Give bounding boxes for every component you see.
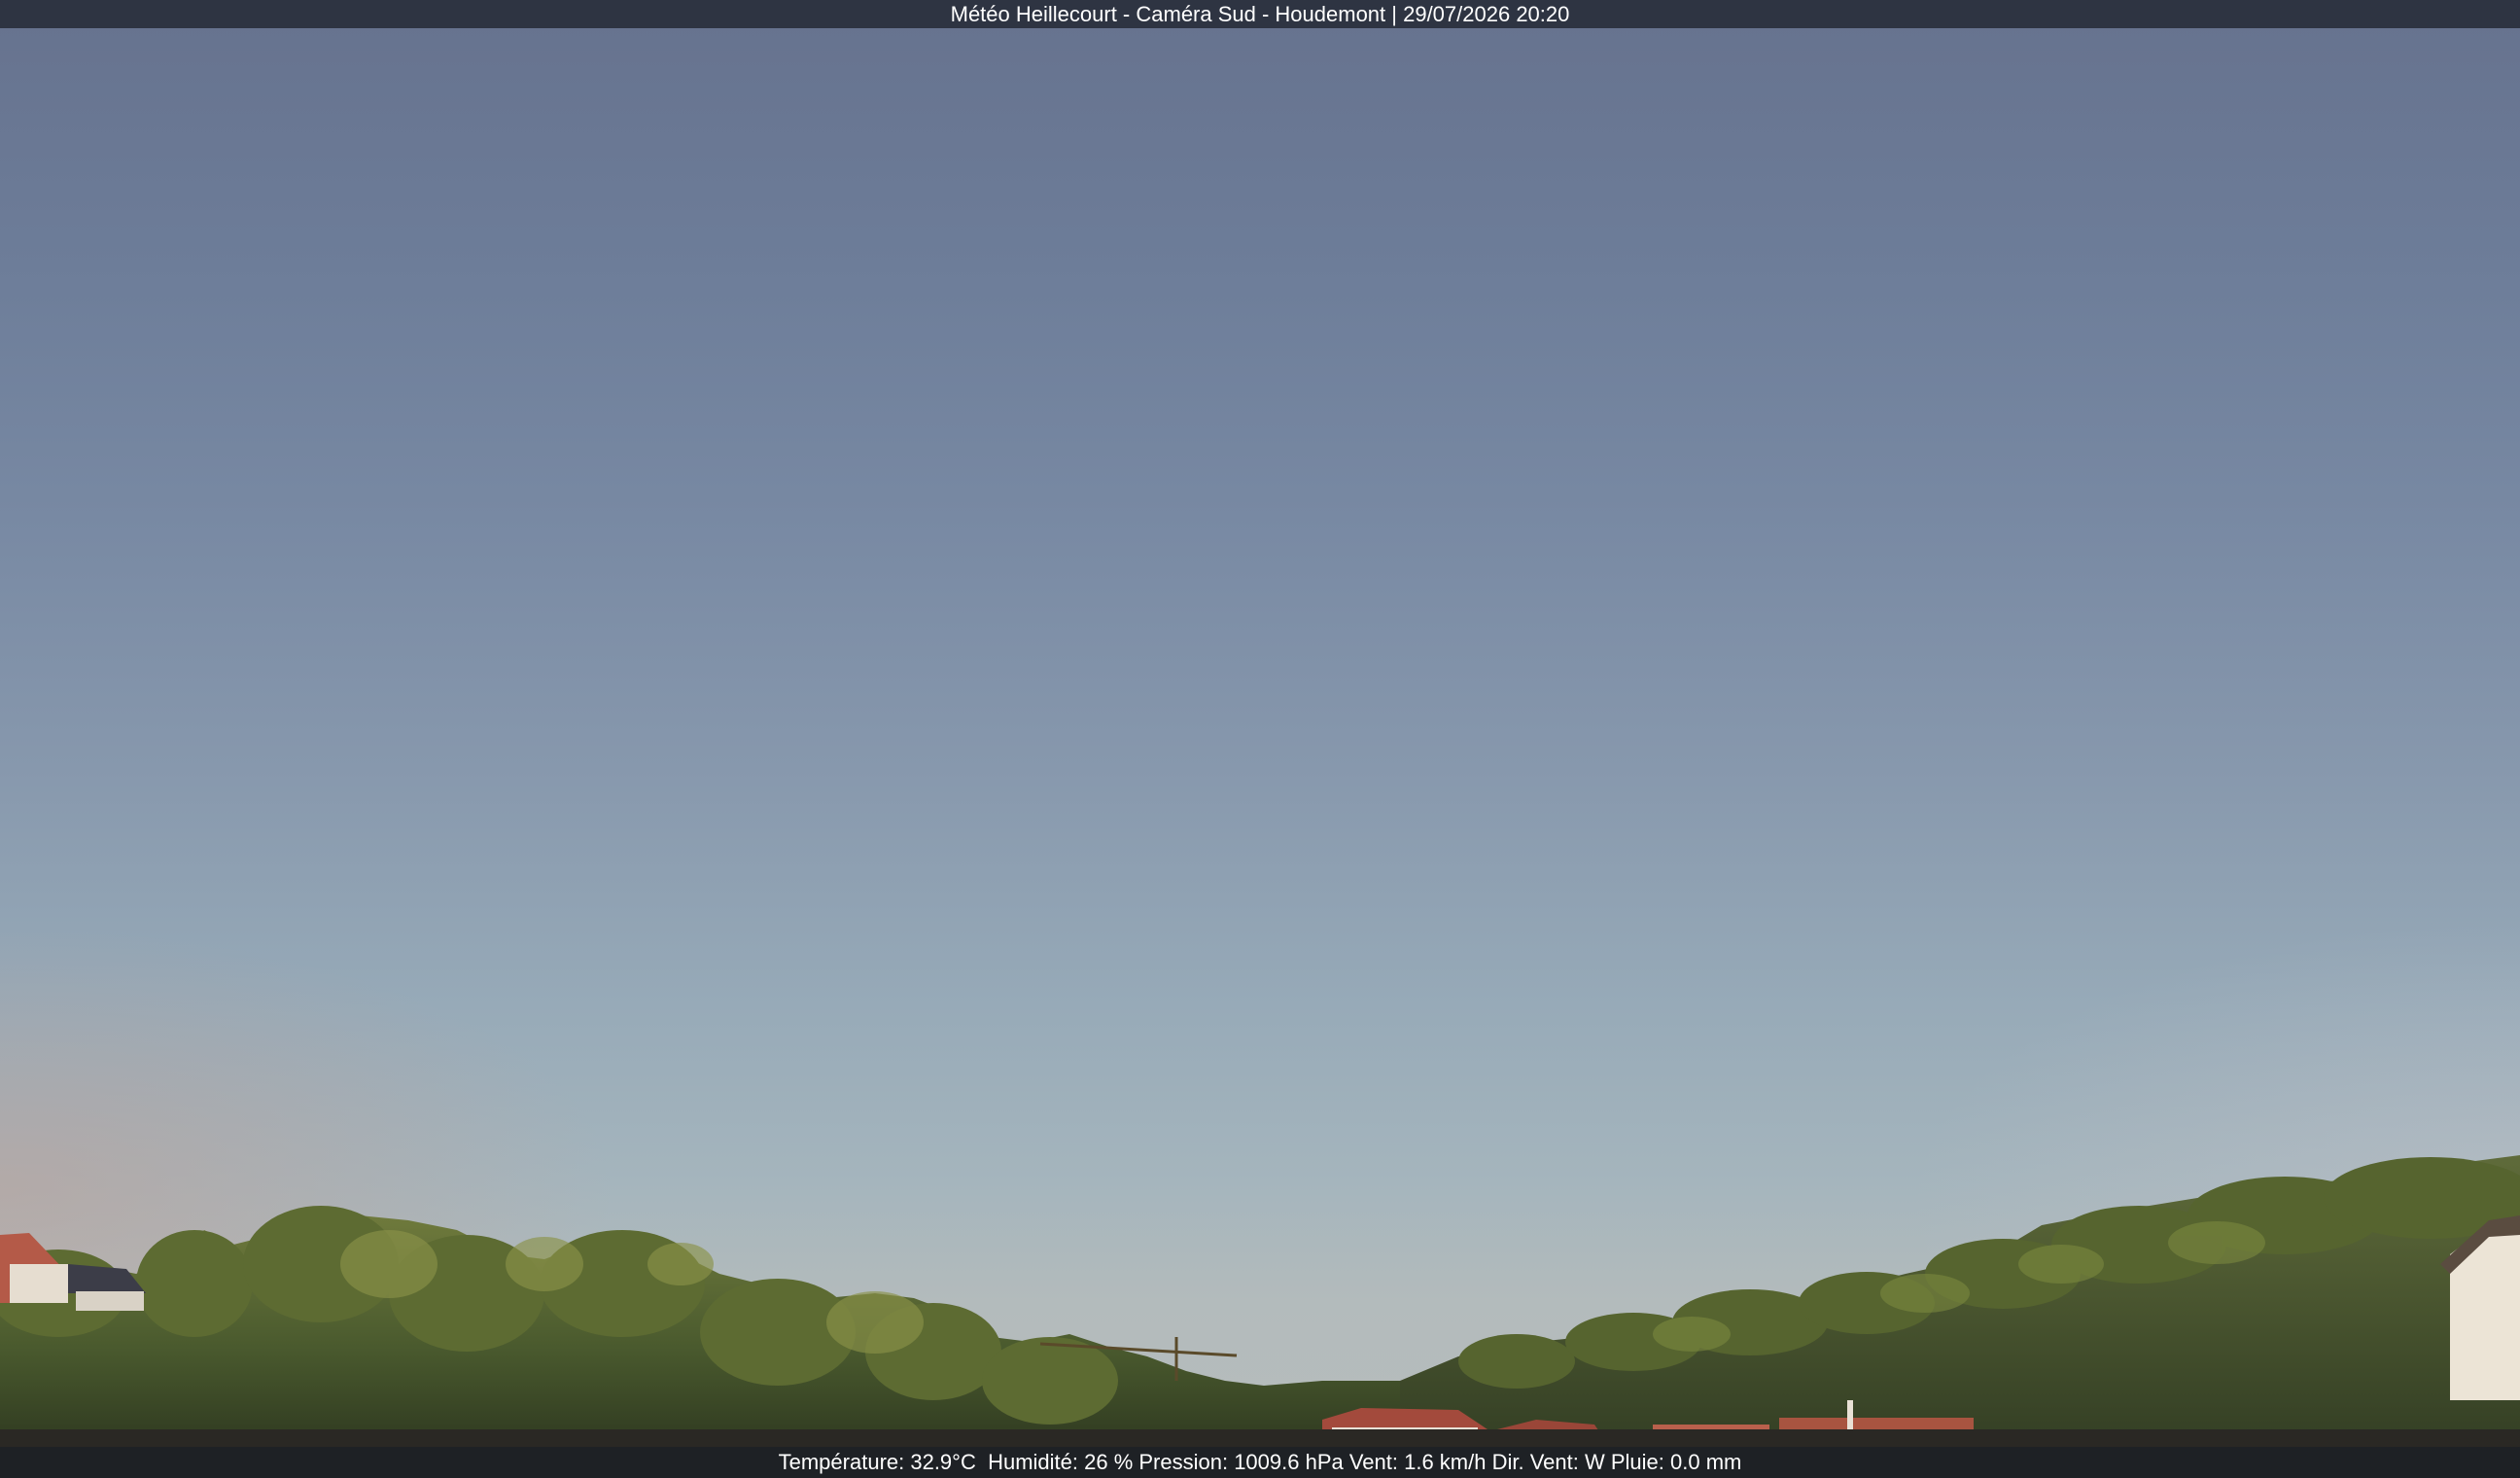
webcam-frame: Météo Heillecourt - Caméra Sud - Houdemo… (0, 0, 2520, 1478)
weather-readout-bar: Température: 32.9°C Humidité: 26 % Press… (0, 1447, 2520, 1478)
landscape (0, 1155, 2520, 1478)
weather-readout: Température: 32.9°C Humidité: 26 % Press… (778, 1450, 1742, 1474)
header-bar: Météo Heillecourt - Caméra Sud - Houdemo… (0, 0, 2520, 28)
header-caption: Météo Heillecourt - Caméra Sud - Houdemo… (950, 2, 1570, 26)
